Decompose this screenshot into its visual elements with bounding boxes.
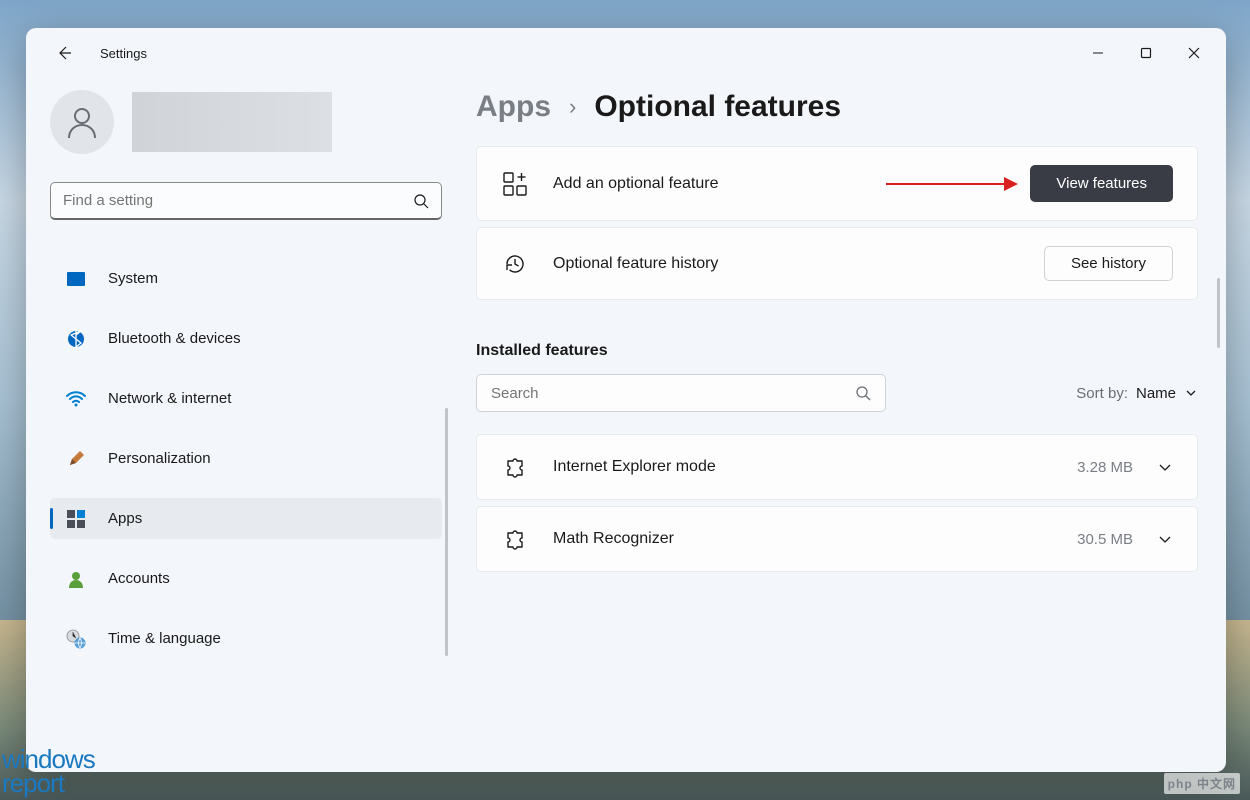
feature-item[interactable]: Math Recognizer 30.5 MB [476,506,1198,572]
feature-name: Math Recognizer [553,530,1077,548]
feature-search[interactable] [476,374,886,412]
sidebar-item-label: Apps [108,510,142,527]
sort-dropdown[interactable]: Sort by: Name [1076,385,1198,402]
chevron-down-icon [1184,386,1198,400]
person-icon [64,104,100,140]
breadcrumb: Apps › Optional features [476,90,1198,124]
sidebar-item-personalization[interactable]: Personalization [50,438,442,479]
settings-window: Settings System [26,28,1226,772]
history-label: Optional feature history [553,255,1044,273]
maximize-button[interactable] [1122,35,1170,71]
feature-size: 3.28 MB [1077,459,1133,476]
sidebar-item-label: Network & internet [108,390,231,407]
sidebar-item-label: Time & language [108,630,221,647]
maximize-icon [1140,47,1152,59]
feature-size: 30.5 MB [1077,531,1133,548]
paintbrush-icon [66,449,86,469]
sidebar-item-bluetooth[interactable]: Bluetooth & devices [50,318,442,359]
filter-row: Sort by: Name [476,374,1198,412]
puzzle-icon [501,527,529,551]
chevron-down-icon [1157,531,1173,547]
titlebar: Settings [26,28,1226,78]
history-card: Optional feature history See history [476,227,1198,300]
close-button[interactable] [1170,35,1218,71]
sort-label: Sort by: [1076,385,1128,402]
breadcrumb-parent[interactable]: Apps [476,90,551,124]
profile-header[interactable] [50,86,448,172]
sidebar-item-network[interactable]: Network & internet [50,378,442,419]
feature-name: Internet Explorer mode [553,458,1077,476]
sidebar-item-apps[interactable]: Apps [50,498,442,539]
minimize-button[interactable] [1074,35,1122,71]
search-icon [413,193,429,209]
sidebar-item-label: Accounts [108,570,170,587]
search-input[interactable] [63,192,413,209]
account-icon [66,569,86,589]
minimize-icon [1092,47,1104,59]
chevron-right-icon: › [569,94,576,120]
sidebar: System Bluetooth & devices Network & int… [26,78,448,772]
clock-globe-icon [66,629,86,649]
back-button[interactable] [46,35,82,71]
bluetooth-icon [66,329,86,349]
avatar [50,90,114,154]
sort-value: Name [1136,385,1176,402]
wifi-icon [66,389,86,409]
annotation-arrow [886,183,1016,185]
sidebar-item-label: Personalization [108,450,211,467]
chevron-down-icon [1157,459,1173,475]
sidebar-item-system[interactable]: System [50,258,442,299]
sidebar-item-label: Bluetooth & devices [108,330,241,347]
watermark-left: windowsreport [2,748,95,796]
view-features-button[interactable]: View features [1030,165,1173,202]
feature-search-input[interactable] [491,385,855,402]
apps-icon [66,509,86,529]
display-icon [66,269,86,289]
settings-search[interactable] [50,182,442,220]
close-icon [1188,47,1200,59]
watermark-right: php 中文网 [1164,773,1240,794]
sidebar-item-time[interactable]: Time & language [50,618,442,659]
add-feature-card: Add an optional feature View features [476,146,1198,221]
app-title: Settings [100,46,147,61]
nav-list: System Bluetooth & devices Network & int… [50,258,448,659]
page-title: Optional features [594,90,841,124]
main-scrollbar[interactable] [1217,278,1220,348]
arrow-left-icon [55,44,73,62]
see-history-button[interactable]: See history [1044,246,1173,281]
sidebar-item-accounts[interactable]: Accounts [50,558,442,599]
history-icon [501,252,529,276]
feature-item[interactable]: Internet Explorer mode 3.28 MB [476,434,1198,500]
profile-name-redacted [132,92,332,152]
puzzle-icon [501,455,529,479]
main-content: Apps › Optional features Add an optional… [448,78,1226,772]
add-feature-label: Add an optional feature [553,175,886,193]
grid-plus-icon [501,172,529,196]
sidebar-item-label: System [108,270,158,287]
installed-features-heading: Installed features [476,342,1198,360]
search-icon [855,385,871,401]
